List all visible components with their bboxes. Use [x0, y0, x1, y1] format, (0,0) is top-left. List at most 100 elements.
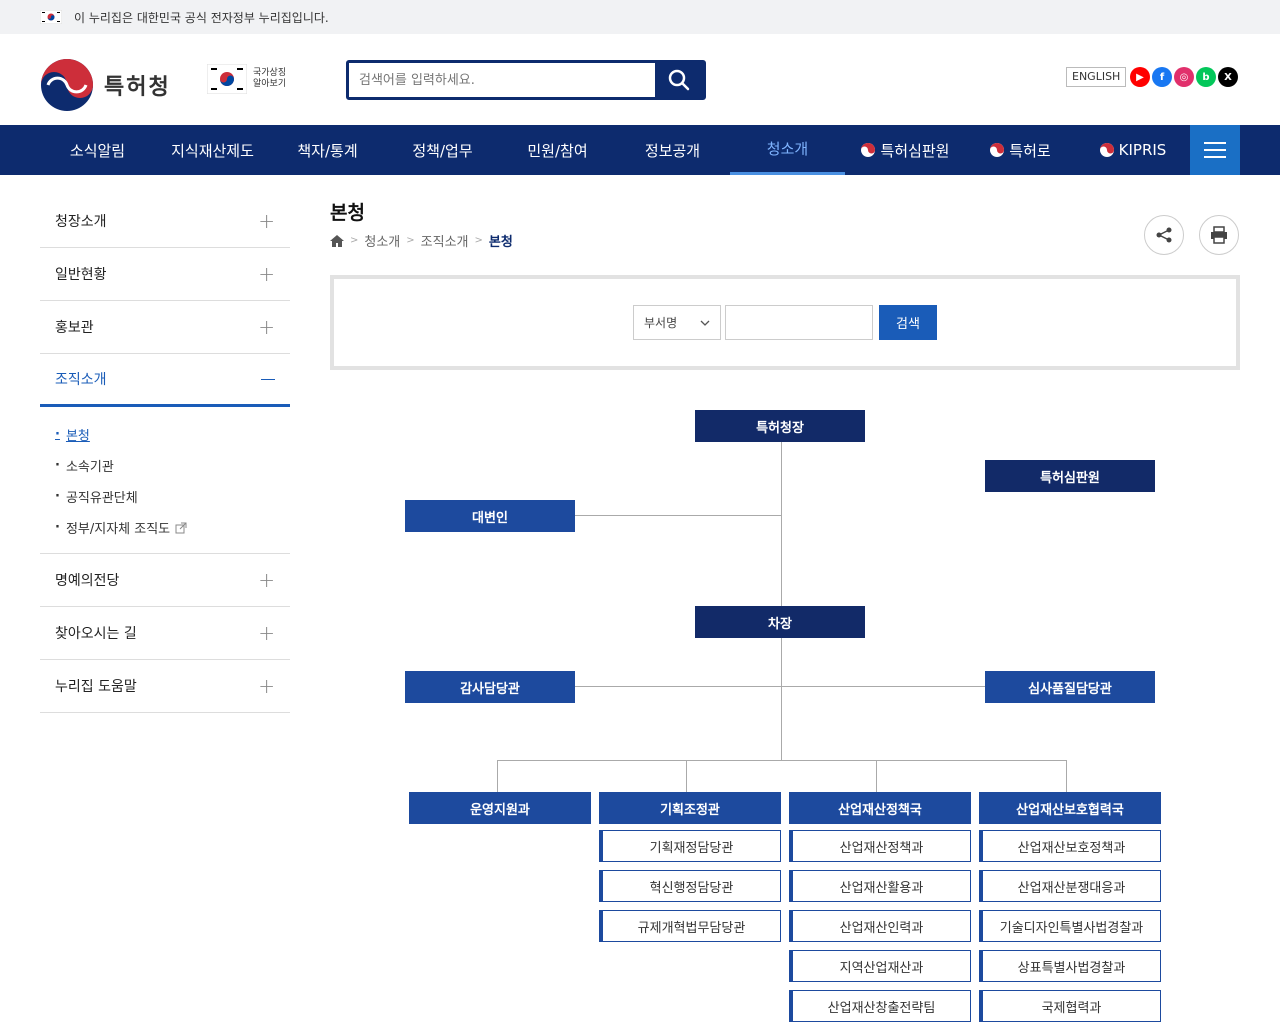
plus-icon: +	[258, 315, 275, 339]
nav-patent-ro-label: 특허로	[1009, 141, 1051, 160]
gov-banner-text: 이 누리집은 대한민국 공식 전자정부 누리집입니다.	[74, 10, 329, 25]
nav-news[interactable]: 소식알림	[40, 125, 155, 175]
lnb-sub-public-orgs[interactable]: 공직유관단체	[55, 481, 275, 512]
lnb-item-pr[interactable]: 홍보관 +	[40, 301, 290, 354]
org-unit[interactable]: 상표특별사법경찰과	[979, 950, 1161, 982]
lnb-item-help[interactable]: 누리집 도움말 +	[40, 660, 290, 713]
breadcrumb-separator: >	[474, 235, 483, 246]
header: 특허청 국가상징 알아보기 ENGLISH ▶ f ◎ b X	[0, 34, 1280, 125]
org-unit[interactable]: 국제협력과	[979, 990, 1161, 1022]
taegeuk-logo-icon	[41, 59, 93, 111]
org-division[interactable]: 운영지원과	[409, 792, 591, 824]
plus-icon: +	[258, 209, 275, 233]
org-division[interactable]: 산업재산보호협력국	[979, 792, 1161, 824]
nav-policy[interactable]: 정책/업무	[385, 125, 500, 175]
hamburger-icon	[1204, 142, 1226, 144]
breadcrumb: > 청소개 > 조직소개 > 본청	[330, 231, 513, 250]
lnb-item-overview[interactable]: 일반현황 +	[40, 248, 290, 301]
dept-search-button[interactable]: 검색	[879, 305, 937, 340]
search-form	[346, 60, 706, 100]
lnb-item-organization[interactable]: 조직소개	[40, 354, 290, 407]
instagram-icon[interactable]: ◎	[1174, 67, 1194, 87]
minus-icon	[261, 378, 275, 380]
org-unit[interactable]: 혁신행정담당관	[599, 870, 781, 902]
nav-ip-system[interactable]: 지식재산제도	[155, 125, 270, 175]
nav-patent-ro[interactable]: 특허로	[965, 125, 1075, 175]
org-connector	[575, 515, 781, 516]
org-deputy[interactable]: 차장	[695, 606, 865, 638]
org-commissioner[interactable]: 특허청장	[695, 410, 865, 442]
nav-kipris[interactable]: KIPRIS	[1075, 125, 1190, 175]
org-tribunal[interactable]: 특허심판원	[985, 460, 1155, 492]
org-division[interactable]: 기획조정관	[599, 792, 781, 824]
org-connector	[876, 760, 877, 792]
org-connector	[686, 760, 687, 792]
side-nav: 청장소개 + 일반현황 + 홍보관 + 조직소개 본청 소속기관 공직유관단체 정부/…	[40, 195, 290, 713]
share-icon	[1156, 227, 1172, 243]
org-connector	[1066, 760, 1067, 792]
org-unit[interactable]: 산업재산인력과	[789, 910, 971, 942]
korea-flag-icon	[207, 64, 247, 94]
nav-disclosure[interactable]: 정보공개	[615, 125, 730, 175]
lnb-sub-gov-org-chart[interactable]: 정부/지자체 조직도	[55, 512, 275, 543]
lnb-item-commissioner[interactable]: 청장소개 +	[40, 195, 290, 248]
dept-search-panel: 부서명 검색	[330, 275, 1240, 370]
org-unit[interactable]: 기술디자인특별사법경찰과	[979, 910, 1161, 942]
nav-tribunal[interactable]: 특허심판원	[845, 125, 965, 175]
symbol-text: 국가상징 알아보기	[253, 68, 287, 89]
org-division[interactable]: 산업재산정책국	[789, 792, 971, 824]
breadcrumb-separator: >	[350, 235, 359, 246]
plus-icon: +	[258, 568, 275, 592]
gov-banner: 이 누리집은 대한민국 공식 전자정부 누리집입니다.	[0, 0, 1280, 34]
org-connector	[781, 441, 782, 761]
lnb-sub-headquarters[interactable]: 본청	[55, 419, 275, 450]
plus-icon: +	[258, 262, 275, 286]
org-unit[interactable]: 지역산업재산과	[789, 950, 971, 982]
lnb-submenu: 본청 소속기관 공직유관단체 정부/지자체 조직도	[40, 407, 290, 554]
chevron-down-icon	[700, 320, 710, 326]
org-unit[interactable]: 산업재산창출전략팀	[789, 990, 971, 1022]
external-link-icon	[175, 522, 187, 533]
nav-tribunal-label: 특허심판원	[880, 141, 950, 160]
taegeuk-icon	[1099, 143, 1114, 157]
x-icon[interactable]: X	[1218, 67, 1238, 87]
sns-links: ▶ f ◎ b X	[1130, 67, 1238, 87]
org-audit[interactable]: 감사담당관	[405, 671, 575, 703]
lnb-item-hall-of-fame[interactable]: 명예의전당 +	[40, 554, 290, 607]
all-menu-button[interactable]	[1190, 125, 1240, 175]
nav-about[interactable]: 청소개	[730, 125, 845, 175]
print-icon	[1211, 226, 1227, 244]
youtube-icon[interactable]: ▶	[1130, 67, 1150, 87]
home-icon[interactable]	[330, 234, 344, 247]
org-unit[interactable]: 기획재정담당관	[599, 830, 781, 862]
org-unit[interactable]: 산업재산보호정책과	[979, 830, 1161, 862]
org-unit[interactable]: 산업재산정책과	[789, 830, 971, 862]
org-spokesperson[interactable]: 대변인	[405, 500, 575, 532]
national-symbol-link[interactable]: 국가상징 알아보기	[207, 64, 297, 94]
lnb-item-label: 찾아오시는 길	[55, 626, 137, 642]
nav-publications[interactable]: 책자/통계	[270, 125, 385, 175]
english-button[interactable]: ENGLISH	[1066, 67, 1127, 87]
lnb-item-directions[interactable]: 찾아오시는 길 +	[40, 607, 290, 660]
search-button[interactable]	[655, 63, 703, 97]
lnb-item-label: 조직소개	[55, 372, 107, 388]
search-type-select[interactable]: 부서명	[633, 305, 721, 340]
page-title: 본청	[330, 202, 365, 224]
org-unit[interactable]: 규제개혁법무담당관	[599, 910, 781, 942]
breadcrumb-item[interactable]: 청소개	[364, 231, 400, 250]
share-button[interactable]	[1144, 215, 1184, 255]
kipo-logo[interactable]: 특허청	[40, 58, 171, 112]
breadcrumb-item[interactable]: 조직소개	[421, 231, 469, 250]
lnb-item-label: 홍보관	[55, 320, 94, 336]
print-button[interactable]	[1199, 215, 1239, 255]
lnb-sub-affiliates[interactable]: 소속기관	[55, 450, 275, 481]
org-unit[interactable]: 산업재산분쟁대응과	[979, 870, 1161, 902]
nav-participation[interactable]: 민원/참여	[500, 125, 615, 175]
org-quality[interactable]: 심사품질담당관	[985, 671, 1155, 703]
org-unit[interactable]: 산업재산활용과	[789, 870, 971, 902]
facebook-icon[interactable]: f	[1152, 67, 1172, 87]
search-input[interactable]	[349, 63, 655, 97]
breadcrumb-separator: >	[406, 235, 415, 246]
blog-icon[interactable]: b	[1196, 67, 1216, 87]
dept-search-input[interactable]	[725, 305, 873, 340]
